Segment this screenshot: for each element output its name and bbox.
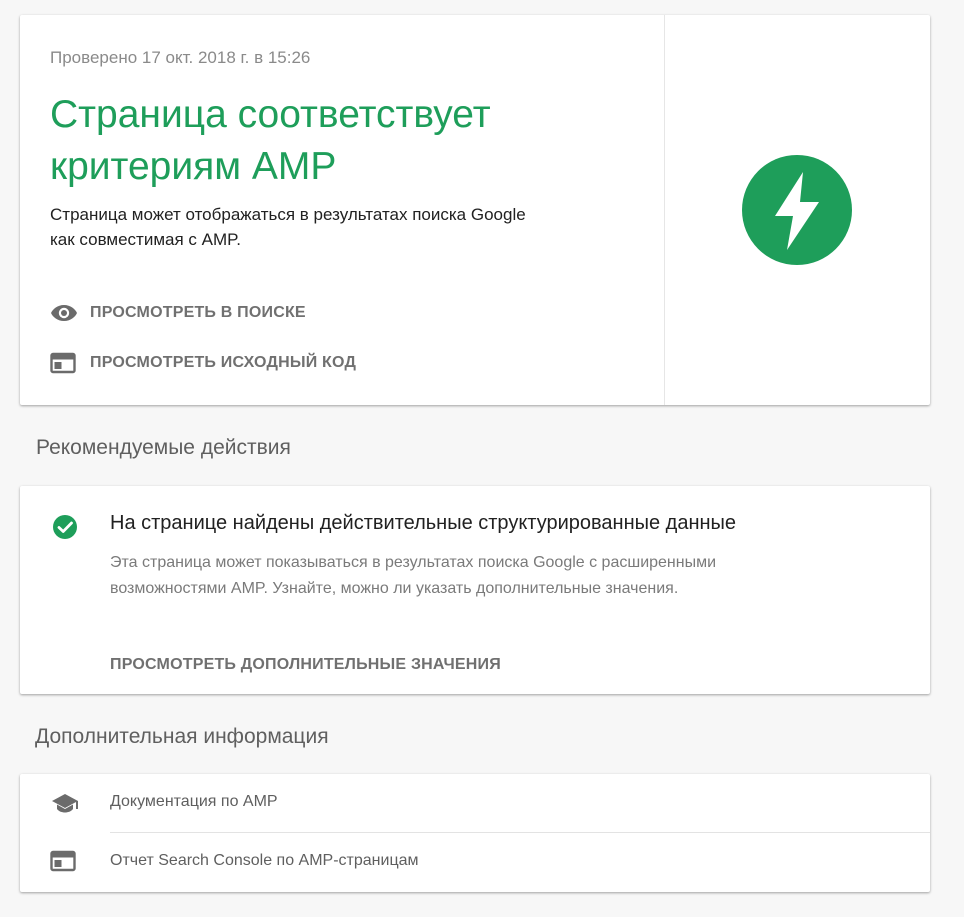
structured-data-description-line-2: возможностями AMP. Узнайте, можно ли ука… xyxy=(110,580,679,597)
amp-documentation-link[interactable]: Документация по AMP xyxy=(20,774,930,832)
view-additional-values-button[interactable]: ПРОСМОТРЕТЬ ДОПОЛНИТЕЛЬНЫЕ ЗНАЧЕНИЯ xyxy=(110,656,501,674)
status-summary: Проверено 17 окт. 2018 г. в 15:26 Страни… xyxy=(20,15,664,405)
amp-status-card: Проверено 17 окт. 2018 г. в 15:26 Страни… xyxy=(20,15,930,405)
view-source-button[interactable]: ПРОСМОТРЕТЬ ИСХОДНЫЙ КОД xyxy=(50,349,356,377)
verdict-heading: Страница соответствует критериям AMP xyxy=(50,89,630,193)
web-page-icon xyxy=(50,850,80,874)
view-in-search-button[interactable]: ПРОСМОТРЕТЬ В ПОИСКЕ xyxy=(50,299,306,327)
view-in-search-label: ПРОСМОТРЕТЬ В ПОИСКЕ xyxy=(90,304,306,321)
view-source-label: ПРОСМОТРЕТЬ ИСХОДНЫЙ КОД xyxy=(90,354,357,371)
eye-icon xyxy=(50,301,80,325)
recommended-actions-heading: Рекомендуемые действия xyxy=(36,436,291,459)
verdict-description-line-2: как совместимая с AMP. xyxy=(50,230,242,249)
check-circle-icon xyxy=(52,514,78,540)
verdict-line-1: Страница соответствует xyxy=(50,93,491,136)
structured-data-description: Эта страница может показываться в резуль… xyxy=(110,550,870,602)
amp-report-label: Отчет Search Console по AMP-страницам xyxy=(110,852,419,869)
structured-data-title: На странице найдены действительные струк… xyxy=(110,512,737,534)
verdict-description-line-1: Страница может отображаться в результата… xyxy=(50,205,526,224)
more-info-heading: Дополнительная информация xyxy=(35,725,329,748)
verdict-line-2: критериям AMP xyxy=(50,145,337,188)
recommended-actions-card: На странице найдены действительные струк… xyxy=(20,486,930,694)
amp-lightning-icon xyxy=(741,154,853,266)
verdict-description: Страница может отображаться в результата… xyxy=(50,202,640,252)
structured-data-description-line-1: Эта страница может показываться в резуль… xyxy=(110,554,717,571)
amp-report-link[interactable]: Отчет Search Console по AMP-страницам xyxy=(20,833,930,891)
web-page-icon xyxy=(50,351,80,375)
amp-documentation-label: Документация по AMP xyxy=(110,793,278,810)
status-badge-panel xyxy=(665,15,930,405)
school-cap-icon xyxy=(50,791,80,815)
more-info-card: Документация по AMP Отчет Search Console… xyxy=(20,774,930,892)
checked-timestamp: Проверено 17 окт. 2018 г. в 15:26 xyxy=(50,48,311,67)
